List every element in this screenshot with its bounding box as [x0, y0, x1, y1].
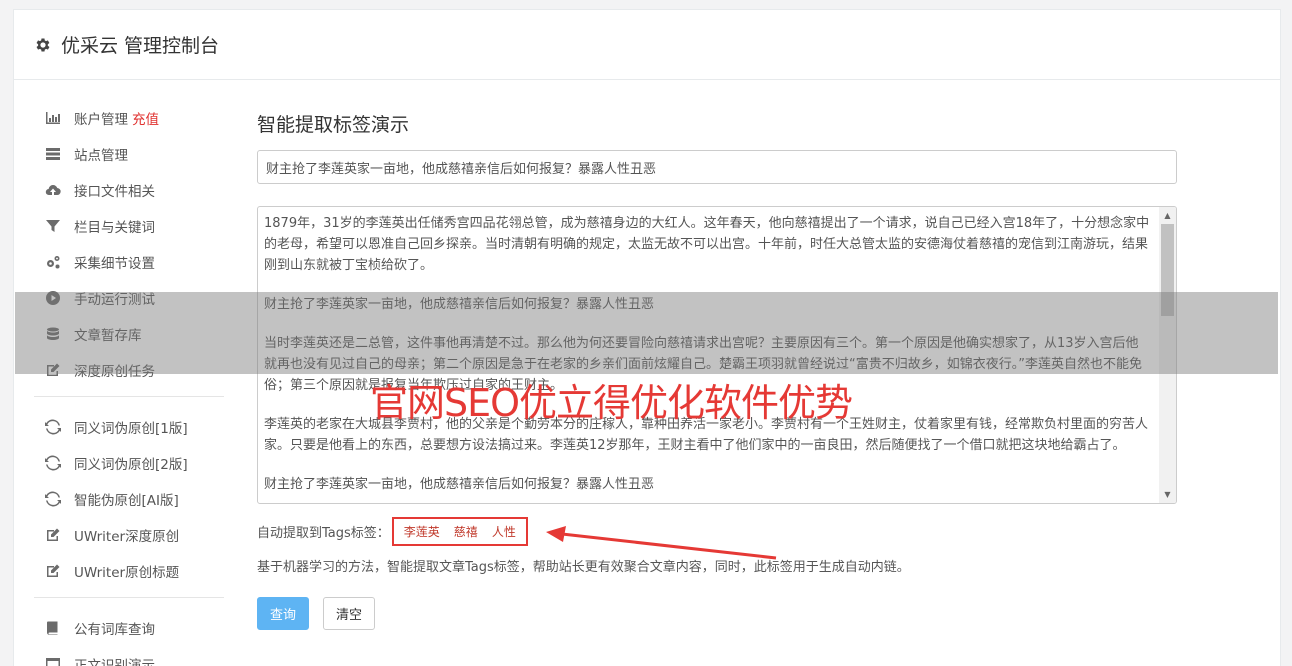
query-button[interactable]: 查询: [257, 597, 310, 630]
scroll-down-arrow-icon[interactable]: ▼: [1159, 486, 1176, 503]
filter-icon: [44, 218, 62, 234]
section-heading: 智能提取标签演示: [257, 114, 410, 136]
annotation-arrow-icon: [546, 526, 777, 560]
refresh-icon: [44, 419, 62, 435]
sidebar-item-interface-files[interactable]: 接口文件相关: [34, 172, 224, 208]
sidebar-item-label: UWriter原创标题: [74, 565, 180, 581]
window-icon: [44, 656, 62, 666]
cloud-upload-icon: [44, 182, 62, 198]
sidebar-item-label: 正文识别演示: [74, 658, 155, 666]
sidebar-divider: [34, 396, 224, 397]
watermark-text: 官网SEO优立得优化软件优势: [370, 381, 853, 425]
watermark-overlay-band: [15, 292, 1278, 374]
edit-icon: [44, 527, 62, 543]
article-title-input[interactable]: 财主抢了李莲英家一亩地，他成慈禧亲信后如何报复？暴露人性丑恶: [257, 150, 1177, 184]
edit-icon: [44, 563, 62, 579]
server-icon: [44, 146, 62, 162]
sidebar-item-label: 账户管理: [74, 112, 128, 128]
sidebar-item-uwriter-deep[interactable]: UWriter深度原创: [34, 517, 224, 553]
sidebar-group-tools: 公有词库查询 正文识别演示: [34, 610, 224, 666]
sidebar-item-label: 公有词库查询: [74, 622, 155, 638]
content-paragraph: 财主抢了李莲英家一亩地，他成慈禧亲信后如何报复？暴露人性丑恶: [264, 477, 655, 492]
sidebar-item-columns-keywords[interactable]: 栏目与关键词: [34, 208, 224, 244]
scroll-up-arrow-icon[interactable]: ▲: [1159, 207, 1176, 224]
sidebar-item-public-lexicon[interactable]: 公有词库查询: [34, 610, 224, 646]
sidebar-item-label: 采集细节设置: [74, 256, 155, 272]
refresh-icon: [44, 491, 62, 507]
sidebar-item-ai-rewrite[interactable]: 智能伪原创[AI版]: [34, 481, 224, 517]
sidebar-item-synonym-v1[interactable]: 同义词伪原创[1版]: [34, 409, 224, 445]
page-title: 优采云 管理控制台: [61, 35, 220, 57]
sidebar-item-uwriter-title[interactable]: UWriter原创标题: [34, 553, 224, 589]
tag-item: 李莲英: [403, 524, 440, 539]
gears-icon: [44, 254, 62, 270]
tags-label: 自动提取到Tags标签：: [257, 525, 390, 541]
refresh-icon: [44, 455, 62, 471]
tag-item: 人性: [491, 524, 516, 539]
panel-header: 优采云 管理控制台: [14, 10, 1280, 80]
sidebar-divider: [34, 597, 224, 598]
sidebar-item-label: 栏目与关键词: [74, 220, 155, 236]
tags-highlight-box: 李莲英 慈禧 人性: [391, 516, 528, 546]
sidebar-item-collect-settings[interactable]: 采集细节设置: [34, 244, 224, 280]
sidebar-item-label: 接口文件相关: [74, 184, 155, 200]
sidebar-item-synonym-v2[interactable]: 同义词伪原创[2版]: [34, 445, 224, 481]
content-paragraph: 1879年，31岁的李莲英出任储秀宫四品花翎总管，成为慈禧身边的大红人。这年春天…: [264, 216, 1150, 273]
sidebar: 账户管理 充值 站点管理 接口文件相关 栏目与关键词 采集细节设置 手动运行测试…: [34, 100, 224, 666]
sidebar-item-label: UWriter深度原创: [74, 529, 180, 545]
bar-chart-icon: [44, 110, 62, 126]
sidebar-item-label: 同义词伪原创[1版]: [74, 421, 188, 437]
book-icon: [44, 620, 62, 636]
clear-button[interactable]: 清空: [323, 597, 376, 630]
sidebar-item-label: 同义词伪原创[2版]: [74, 457, 188, 473]
sidebar-item-label: 智能伪原创[AI版]: [74, 493, 179, 509]
sidebar-item-sites[interactable]: 站点管理: [34, 136, 224, 172]
action-buttons: 查询 清空: [257, 597, 1179, 630]
sidebar-item-account[interactable]: 账户管理 充值: [34, 100, 224, 136]
sidebar-group-rewrite: 同义词伪原创[1版] 同义词伪原创[2版] 智能伪原创[AI版] UWriter…: [34, 409, 224, 589]
recharge-link[interactable]: 充值: [132, 108, 159, 128]
sidebar-item-label: 站点管理: [74, 148, 128, 164]
sidebar-item-text-recognition[interactable]: 正文识别演示: [34, 646, 224, 666]
gear-icon: [34, 36, 52, 54]
article-title-value: 财主抢了李莲英家一亩地，他成慈禧亲信后如何报复？暴露人性丑恶: [266, 161, 657, 177]
tag-item: 慈禧: [453, 524, 478, 539]
